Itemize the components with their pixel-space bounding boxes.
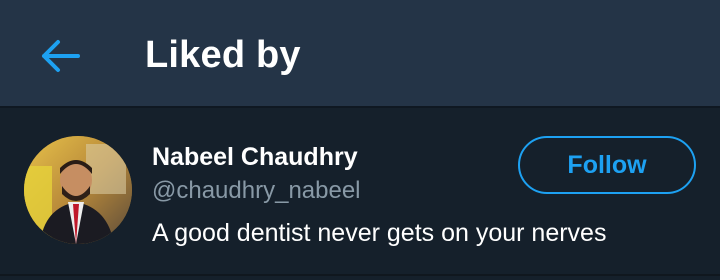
list-item[interactable]: Nabeel Chaudhry @chaudhry_nabeel A good … xyxy=(0,110,720,276)
avatar[interactable] xyxy=(24,136,132,244)
user-name[interactable]: Nabeel Chaudhry xyxy=(152,142,358,172)
page-title: Liked by xyxy=(145,34,301,76)
top-app-bar: Liked by xyxy=(0,0,720,108)
follow-button[interactable]: Follow xyxy=(518,136,696,194)
user-handle: @chaudhry_nabeel xyxy=(152,177,361,204)
user-bio: A good dentist never gets on your nerves xyxy=(152,219,607,247)
arrow-left-icon xyxy=(38,38,82,74)
back-button[interactable] xyxy=(36,36,84,76)
